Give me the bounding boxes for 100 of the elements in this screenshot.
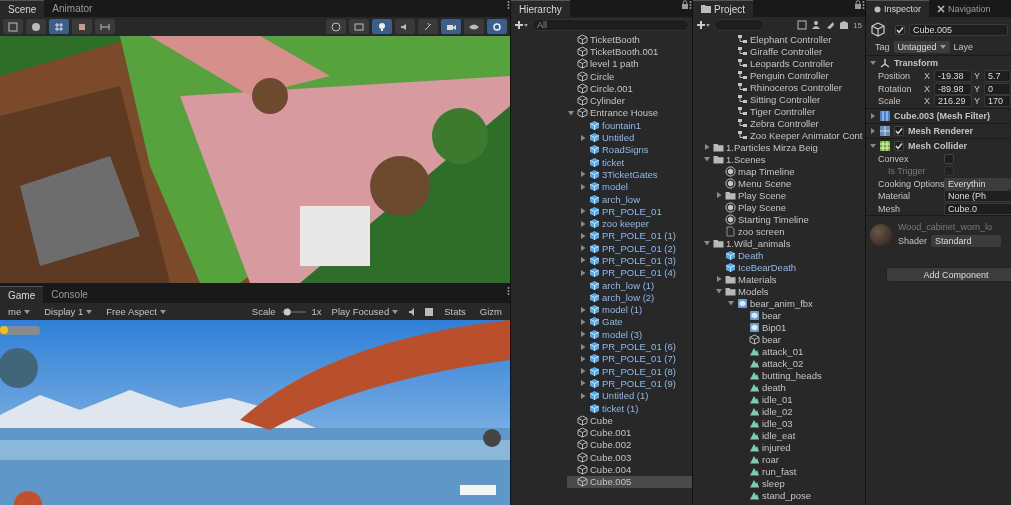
foldout-arrow-icon[interactable] — [579, 231, 587, 240]
foldout-arrow-icon[interactable] — [579, 354, 587, 363]
foldout-arrow-icon[interactable] — [579, 367, 587, 376]
toolbar-toggle[interactable] — [49, 19, 69, 34]
foldout-arrow-icon[interactable] — [715, 275, 723, 283]
foldout-arrow-icon[interactable] — [579, 305, 587, 314]
hierarchy-item[interactable]: level 1 path — [567, 57, 692, 70]
project-item[interactable]: zoo screen — [693, 225, 865, 237]
foldout-arrow-icon[interactable] — [579, 342, 587, 351]
project-item[interactable]: Penguin Controller — [693, 69, 865, 81]
project-item[interactable]: attack_02 — [693, 357, 865, 369]
project-item[interactable]: Zebra Controller — [693, 117, 865, 129]
hierarchy-item[interactable]: TicketBooth — [567, 33, 692, 46]
slider-thumb[interactable] — [283, 308, 291, 315]
stats-button[interactable]: Stats — [440, 306, 470, 317]
hierarchy-item[interactable]: Cylinder — [567, 94, 692, 107]
hierarchy-item[interactable]: RoadSigns — [567, 143, 692, 156]
project-item[interactable]: injured — [693, 441, 865, 453]
foldout-arrow-icon[interactable] — [579, 207, 587, 216]
name-field[interactable]: Cube.005 — [909, 24, 1008, 36]
panel-tab[interactable]: Hierarchy — [511, 0, 570, 17]
foldout-arrow-icon[interactable] — [579, 219, 587, 228]
checkbox[interactable] — [894, 125, 904, 136]
hierarchy-item[interactable]: ticket — [567, 155, 692, 169]
foldout-arrow-icon[interactable] — [579, 317, 587, 326]
panel-tab[interactable]: Console — [43, 286, 96, 303]
foldout-arrow-icon[interactable] — [703, 239, 711, 247]
toolbar-toggle[interactable] — [372, 19, 392, 34]
stop-square-icon[interactable] — [424, 306, 435, 317]
foldout-arrow-icon[interactable] — [870, 60, 876, 66]
hierarchy-item[interactable]: Cube.002 — [567, 438, 692, 452]
project-item[interactable]: Starting Timeline — [693, 213, 865, 225]
hierarchy-item[interactable]: Cube.005 — [567, 475, 692, 488]
hierarchy-item[interactable]: model (1) — [567, 303, 692, 316]
hierarchy-item[interactable]: model (3) — [567, 328, 692, 341]
hierarchy-item[interactable]: Cube.004 — [567, 463, 692, 476]
checkbox[interactable] — [894, 140, 904, 151]
options-dropdown[interactable]: Everythin — [944, 177, 1011, 190]
project-item[interactable]: Tiger Controller — [693, 105, 865, 117]
project-item[interactable]: death — [693, 381, 865, 393]
hierarchy-item[interactable]: Gate — [567, 315, 692, 329]
hierarchy-item[interactable]: PR_POLE_01 (4) — [567, 266, 692, 279]
more-options-icon[interactable] — [689, 0, 692, 10]
hierarchy-item[interactable]: PR_POLE_01 (2) — [567, 242, 692, 255]
project-item[interactable]: Play Scene — [693, 201, 865, 213]
project-item[interactable]: Play Scene — [693, 189, 865, 201]
hierarchy-item[interactable]: Untitled — [567, 131, 692, 144]
foldout-arrow-icon[interactable] — [579, 268, 587, 277]
project-item[interactable]: run_fast — [693, 465, 865, 477]
hierarchy-item[interactable]: PR_POLE_01 — [567, 205, 692, 218]
project-item[interactable]: Giraffe Controller — [693, 45, 865, 57]
hierarchy-item[interactable]: Cube.001 — [567, 426, 692, 439]
hierarchy-item[interactable]: fountain1 — [567, 119, 692, 132]
toolbar-toggle[interactable] — [418, 19, 438, 34]
project-item[interactable]: map Timeline — [693, 165, 865, 177]
project-item[interactable]: bear_anim_fbx — [693, 297, 865, 309]
number-field[interactable]: 170 — [984, 95, 1011, 108]
project-item[interactable]: idle_02 — [693, 405, 865, 417]
project-item[interactable]: sleep — [693, 477, 865, 489]
panel-tab[interactable]: Inspector — [866, 0, 930, 17]
toolbar-toggle[interactable] — [395, 19, 415, 34]
project-item[interactable]: idle_01 — [693, 393, 865, 405]
panel-tab[interactable]: Animator — [44, 0, 101, 17]
more-options-icon[interactable] — [862, 0, 865, 10]
foldout-arrow-icon[interactable] — [579, 133, 587, 142]
more-options-icon[interactable] — [507, 0, 510, 10]
tag-dropdown[interactable]: Untagged — [893, 41, 950, 53]
project-item[interactable]: stand_pose — [693, 489, 865, 501]
aspect-dropdown[interactable]: Free Aspect — [102, 306, 170, 317]
project-item[interactable]: Rhinoceros Controller — [693, 81, 865, 93]
panel-tab[interactable]: Game — [0, 286, 44, 303]
hierarchy-item[interactable]: TicketBooth.001 — [567, 45, 692, 58]
hierarchy-item[interactable]: arch_low (2) — [567, 291, 692, 304]
number-field[interactable]: -19.38 — [934, 70, 972, 83]
checkbox[interactable] — [944, 153, 954, 164]
add-component-button[interactable]: Add Component — [886, 267, 1011, 282]
plus-icon[interactable] — [696, 20, 710, 30]
project-item[interactable]: IceBearDeath — [693, 261, 865, 273]
toolbar-toggle[interactable] — [26, 19, 46, 34]
checkbox[interactable] — [895, 25, 905, 35]
hierarchy-item[interactable]: 3TicketGates — [567, 168, 692, 181]
project-item[interactable]: idle_eat — [693, 429, 865, 441]
project-item[interactable]: Models — [693, 285, 865, 297]
display-dropdown[interactable]: Display 1 — [40, 306, 97, 317]
gizmos-button[interactable]: Gizm — [475, 306, 506, 317]
foldout-arrow-icon[interactable] — [703, 155, 711, 163]
foldout-arrow-icon[interactable] — [870, 142, 876, 149]
hierarchy-item[interactable]: PR_POLE_01 (8) — [567, 365, 692, 378]
toolbar-toggle[interactable] — [349, 19, 369, 34]
foldout-arrow-icon[interactable] — [579, 330, 587, 339]
foldout-arrow-icon[interactable] — [727, 299, 735, 307]
project-item[interactable]: idle_03 — [693, 417, 865, 429]
project-item[interactable]: Death — [693, 249, 865, 261]
search-field[interactable]: All — [532, 19, 689, 31]
project-item[interactable]: Leopards Controller — [693, 57, 865, 69]
project-item[interactable]: Materials — [693, 273, 865, 285]
toolbar-toggle[interactable] — [441, 19, 461, 34]
object-field[interactable]: Cube.0 — [944, 202, 1011, 215]
hierarchy-item[interactable]: PR_POLE_01 (1) — [567, 229, 692, 243]
project-item[interactable]: Zoo Keeper Animator Cont — [693, 129, 865, 141]
